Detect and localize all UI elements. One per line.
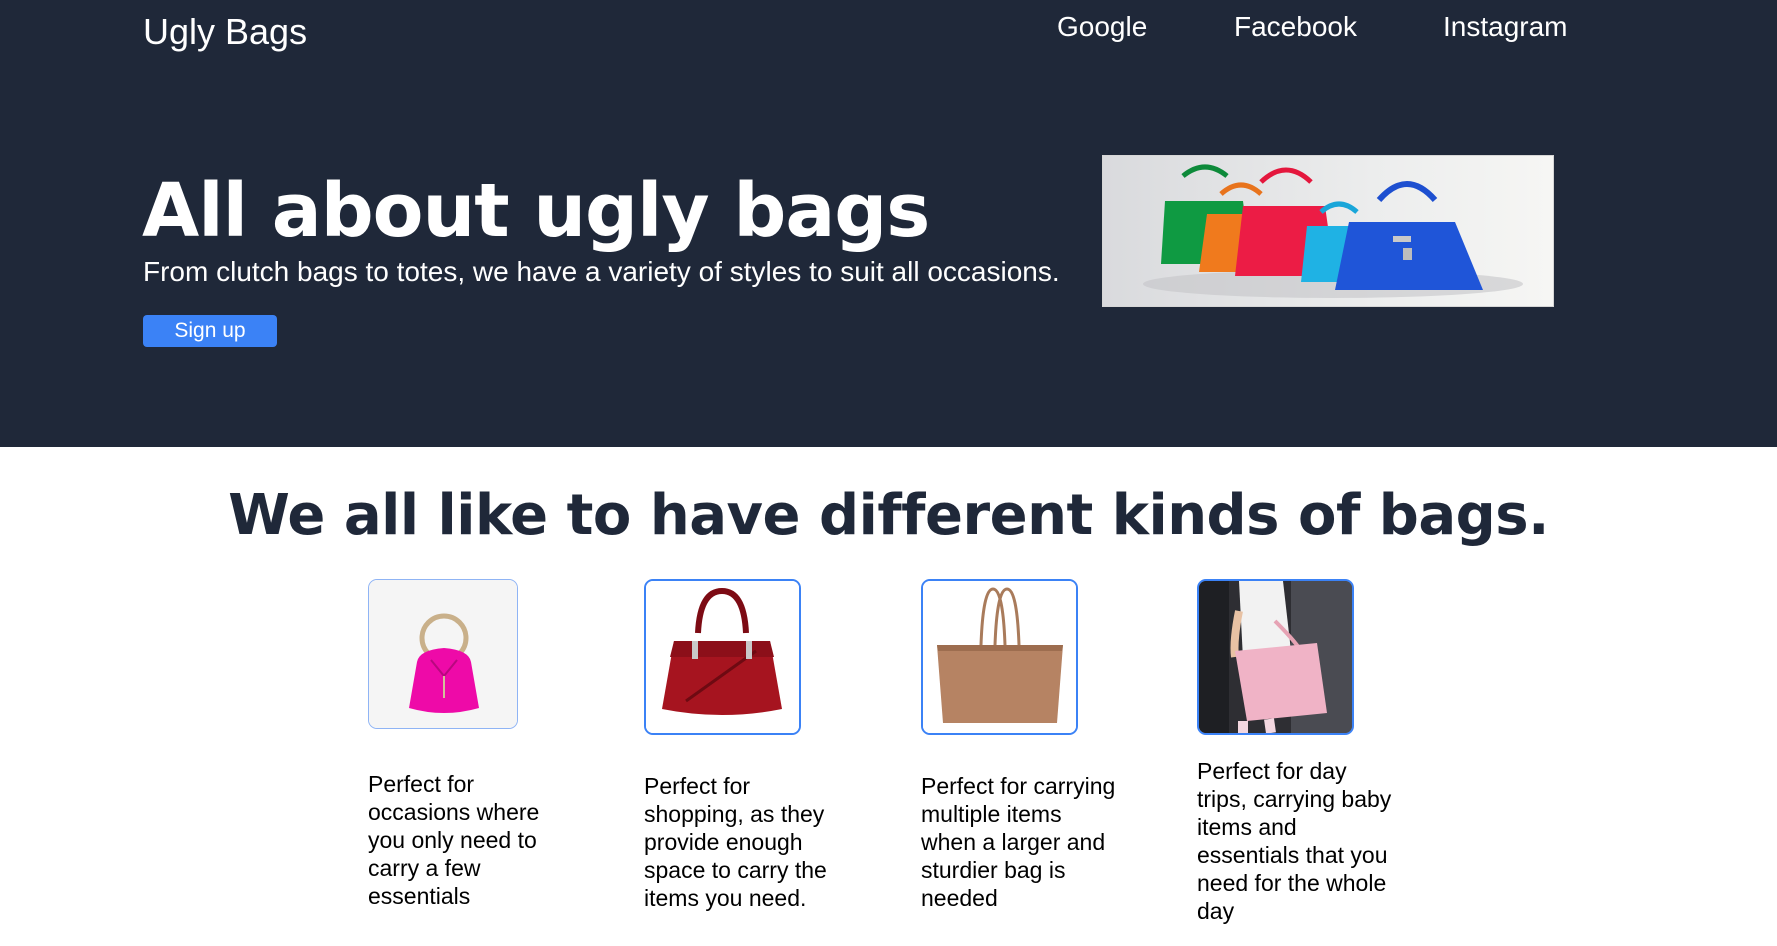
card-text-3: Perfect for carrying multiple items when… xyxy=(921,773,1116,911)
red-handbag-icon xyxy=(646,581,799,733)
nav-link-google[interactable]: Google xyxy=(1057,10,1147,44)
hero-bags-image xyxy=(1102,155,1554,307)
card-image-red-handbag[interactable] xyxy=(644,579,801,735)
card-image-pink-shoulder-bag[interactable] xyxy=(1197,579,1354,735)
signup-button[interactable]: Sign up xyxy=(143,315,277,347)
hero-subtitle: From clutch bags to totes, we have a var… xyxy=(143,256,1060,287)
features-title: We all like to have different kinds of b… xyxy=(228,483,1549,548)
card-text-4: Perfect for day trips, carrying baby ite… xyxy=(1197,758,1392,924)
brown-tote-bag-icon xyxy=(923,581,1076,733)
colorful-bags-illustration xyxy=(1103,156,1553,306)
card-image-pink-bucket-bag[interactable] xyxy=(368,579,518,729)
nav-link-facebook[interactable]: Facebook xyxy=(1234,10,1357,44)
pink-bucket-bag-icon xyxy=(369,580,517,728)
pink-shoulder-bag-photo-icon xyxy=(1199,581,1352,733)
hero-section: Ugly Bags Google Facebook Instagram All … xyxy=(0,0,1777,447)
card-text-2: Perfect for shopping, as they provide en… xyxy=(644,773,827,911)
brand-logo[interactable]: Ugly Bags xyxy=(143,12,307,52)
card-image-brown-tote[interactable] xyxy=(921,579,1078,735)
card-text-1: Perfect for occasions where you only nee… xyxy=(368,771,540,909)
nav-link-instagram[interactable]: Instagram xyxy=(1443,10,1568,44)
hero-title: All about ugly bags xyxy=(142,168,930,254)
